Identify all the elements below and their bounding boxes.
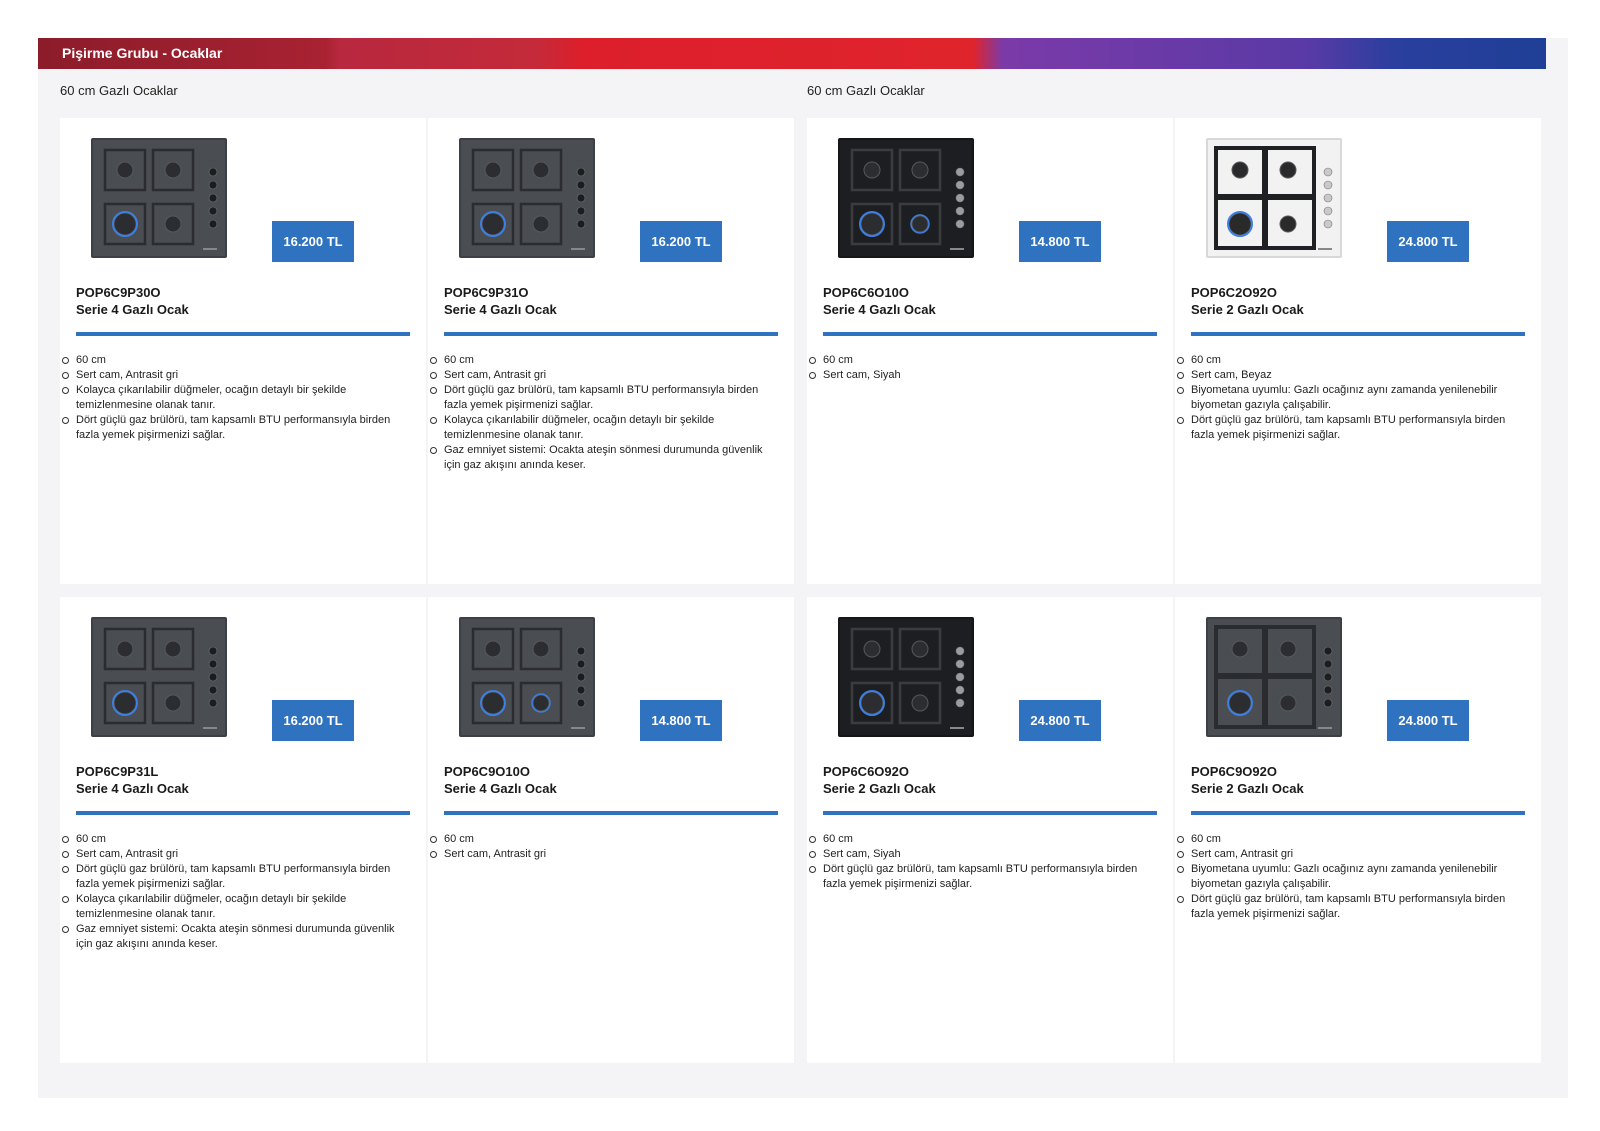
feature-item: Sert cam, Antrasit gri [1177, 847, 1521, 862]
feature-item: Dört güçlü gaz brülörü, tam kapsamlı BTU… [1177, 892, 1521, 922]
product-name: Serie 2 Gazlı Ocak [823, 781, 936, 796]
feature-item: 60 cm [809, 832, 1153, 847]
feature-item: Kolayca çıkarılabilir düğmeler, ocağın d… [430, 413, 774, 443]
feature-item: Gaz emniyet sistemi: Ocakta ateşin sönme… [430, 443, 774, 473]
feature-item: 60 cm [62, 353, 406, 368]
feature-item: Sert cam, Siyah [809, 368, 1153, 383]
feature-item: Biyometana uyumlu: Gazlı ocağınız aynı z… [1177, 383, 1521, 413]
feature-list: 60 cm Sert cam, Antrasit gri Kolayca çıkar… [62, 353, 406, 443]
feature-item: 60 cm [1177, 832, 1521, 847]
product-card[interactable]: 16.200 TL POP6C9P31O Serie 4 Gazlı Ocak 60 … [428, 118, 794, 584]
feature-item: Sert cam, Beyaz [1177, 368, 1521, 383]
product-image[interactable] [91, 138, 227, 258]
feature-item: Kolayca çıkarılabilir düğmeler, ocağın d… [62, 383, 406, 413]
product-image[interactable] [459, 138, 595, 258]
product-card[interactable]: 16.200 TL POP6C9P30O Serie 4 Gazlı Ocak 60 … [60, 118, 426, 584]
feature-list: 60 cm Sert cam, Beyaz Biyometana uyumlu: G… [1177, 353, 1521, 443]
product-model: POP6C6O10O [823, 285, 909, 300]
product-model: POP6C9P31O [444, 285, 529, 300]
product-image[interactable] [838, 617, 974, 737]
divider [76, 332, 410, 336]
feature-item: Sert cam, Antrasit gri [62, 847, 406, 862]
product-name: Serie 4 Gazlı Ocak [76, 781, 189, 796]
feature-item: 60 cm [62, 832, 406, 847]
product-card[interactable]: 24.800 TL POP6C2O92O Serie 2 Gazlı Ocak 60 … [1175, 118, 1541, 584]
feature-item: Dört güçlü gaz brülörü, tam kapsamlı BTU… [62, 862, 406, 892]
product-card[interactable]: 16.200 TL POP6C9P31L Serie 4 Gazlı Ocak 60 … [60, 597, 426, 1063]
feature-list: 60 cm Sert cam, Siyah Dört güçlü gaz brülö… [809, 832, 1153, 892]
divider [1191, 811, 1525, 815]
product-image[interactable] [459, 617, 595, 737]
feature-item: Dört güçlü gaz brülörü, tam kapsamlı BTU… [430, 383, 774, 413]
divider [76, 811, 410, 815]
product-card[interactable]: 14.800 TL POP6C6O10O Serie 4 Gazlı Ocak 60 … [807, 118, 1173, 584]
product-model: POP6C6O92O [823, 764, 909, 779]
divider [444, 332, 778, 336]
product-card[interactable]: 24.800 TL POP6C6O92O Serie 2 Gazlı Ocak 60 … [807, 597, 1173, 1063]
product-card[interactable]: 24.800 TL POP6C9O92O Serie 2 Gazlı Ocak 60 … [1175, 597, 1541, 1063]
feature-item: Biyometana uyumlu: Gazlı ocağınız aynı z… [1177, 862, 1521, 892]
banner-title: Pişirme Grubu - Ocaklar [62, 45, 223, 61]
product-model: POP6C9P30O [76, 285, 161, 300]
product-name: Serie 4 Gazlı Ocak [444, 781, 557, 796]
feature-item: Dört güçlü gaz brülörü, tam kapsamlı BTU… [1177, 413, 1521, 443]
price-badge: 16.200 TL [272, 221, 354, 262]
feature-item: Dört güçlü gaz brülörü, tam kapsamlı BTU… [62, 413, 406, 443]
section-banner: Pişirme Grubu - Ocaklar [38, 38, 1546, 69]
product-image[interactable] [1206, 138, 1342, 258]
feature-item: 60 cm [1177, 353, 1521, 368]
feature-item: Dört güçlü gaz brülörü, tam kapsamlı BTU… [809, 862, 1153, 892]
feature-item: Sert cam, Siyah [809, 847, 1153, 862]
divider [823, 332, 1157, 336]
feature-item: 60 cm [809, 353, 1153, 368]
price-badge: 16.200 TL [640, 221, 722, 262]
feature-list: 60 cm Sert cam, Antrasit gri Biyometana uy… [1177, 832, 1521, 922]
feature-item: Gaz emniyet sistemi: Ocakta ateşin sönme… [62, 922, 406, 952]
product-image[interactable] [91, 617, 227, 737]
price-badge: 14.800 TL [640, 700, 722, 741]
feature-item: 60 cm [430, 832, 774, 847]
price-badge: 14.800 TL [1019, 221, 1101, 262]
price-badge: 24.800 TL [1019, 700, 1101, 741]
product-name: Serie 4 Gazlı Ocak [76, 302, 189, 317]
product-model: POP6C2O92O [1191, 285, 1277, 300]
feature-list: 60 cm Sert cam, Antrasit gri [430, 832, 774, 862]
product-image[interactable] [1206, 617, 1342, 737]
product-name: Serie 4 Gazlı Ocak [823, 302, 936, 317]
feature-item: 60 cm [430, 353, 774, 368]
feature-list: 60 cm Sert cam, Siyah [809, 353, 1153, 383]
section-title-left: 60 cm Gazlı Ocaklar [60, 83, 178, 98]
price-badge: 24.800 TL [1387, 700, 1469, 741]
feature-item: Kolayca çıkarılabilir düğmeler, ocağın d… [62, 892, 406, 922]
feature-item: Sert cam, Antrasit gri [62, 368, 406, 383]
product-name: Serie 2 Gazlı Ocak [1191, 781, 1304, 796]
product-model: POP6C9O10O [444, 764, 530, 779]
divider [823, 811, 1157, 815]
feature-item: Sert cam, Antrasit gri [430, 847, 774, 862]
product-model: POP6C9P31L [76, 764, 159, 779]
feature-list: 60 cm Sert cam, Antrasit gri Dört güçlü ga… [430, 353, 774, 473]
price-badge: 16.200 TL [272, 700, 354, 741]
divider [444, 811, 778, 815]
catalog-page: Pişirme Grubu - Ocaklar 60 cm Gazlı Ocak… [38, 38, 1568, 1098]
product-image[interactable] [838, 138, 974, 258]
product-name: Serie 4 Gazlı Ocak [444, 302, 557, 317]
divider [1191, 332, 1525, 336]
price-badge: 24.800 TL [1387, 221, 1469, 262]
product-name: Serie 2 Gazlı Ocak [1191, 302, 1304, 317]
product-card[interactable]: 14.800 TL POP6C9O10O Serie 4 Gazlı Ocak 60 … [428, 597, 794, 1063]
section-title-right: 60 cm Gazlı Ocaklar [807, 83, 925, 98]
feature-item: Sert cam, Antrasit gri [430, 368, 774, 383]
product-model: POP6C9O92O [1191, 764, 1277, 779]
feature-list: 60 cm Sert cam, Antrasit gri Dört güçlü ga… [62, 832, 406, 952]
